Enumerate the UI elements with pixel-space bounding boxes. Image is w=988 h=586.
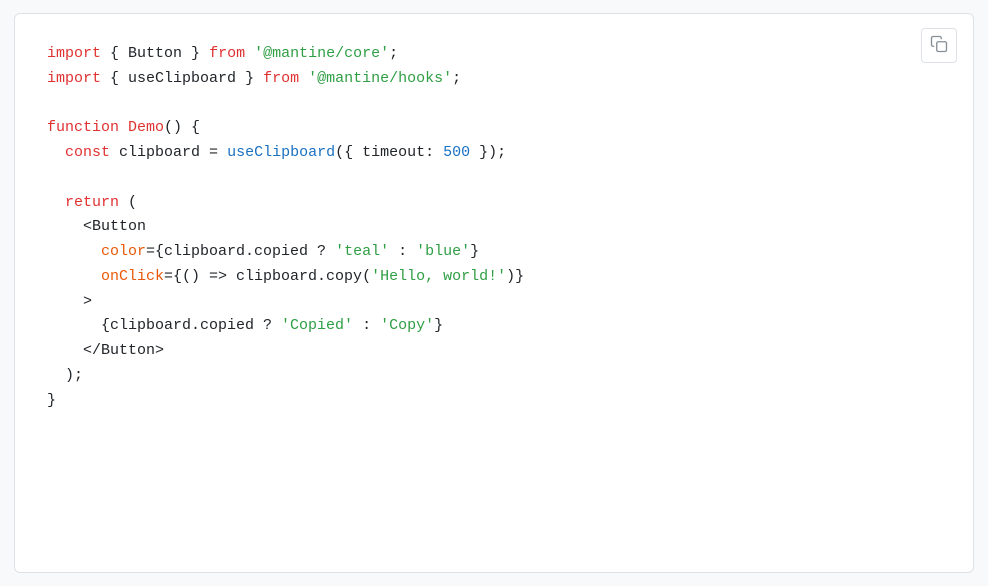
code-line-7: return ( (47, 191, 941, 216)
code-line-9: color={clipboard.copied ? 'teal' : 'blue… (47, 240, 941, 265)
code-editor: import { Button } from '@mantine/core'; … (14, 13, 974, 573)
code-line-4: function Demo() { (47, 116, 941, 141)
blank-line-1 (47, 92, 941, 117)
code-line-14: ); (47, 364, 941, 389)
blank-line-2 (47, 166, 941, 191)
copy-button[interactable] (921, 28, 957, 63)
code-line-13: </Button> (47, 339, 941, 364)
code-line-11: > (47, 290, 941, 315)
code-line-15: } (47, 389, 941, 414)
code-line-12: {clipboard.copied ? 'Copied' : 'Copy'} (47, 314, 941, 339)
code-line-1: import { Button } from '@mantine/core'; (47, 42, 941, 67)
code-content: import { Button } from '@mantine/core'; … (15, 14, 973, 441)
copy-icon (930, 35, 948, 56)
code-line-5: const clipboard = useClipboard({ timeout… (47, 141, 941, 166)
code-line-8: <Button (47, 215, 941, 240)
code-line-2: import { useClipboard } from '@mantine/h… (47, 67, 941, 92)
code-line-10: onClick={() => clipboard.copy('Hello, wo… (47, 265, 941, 290)
